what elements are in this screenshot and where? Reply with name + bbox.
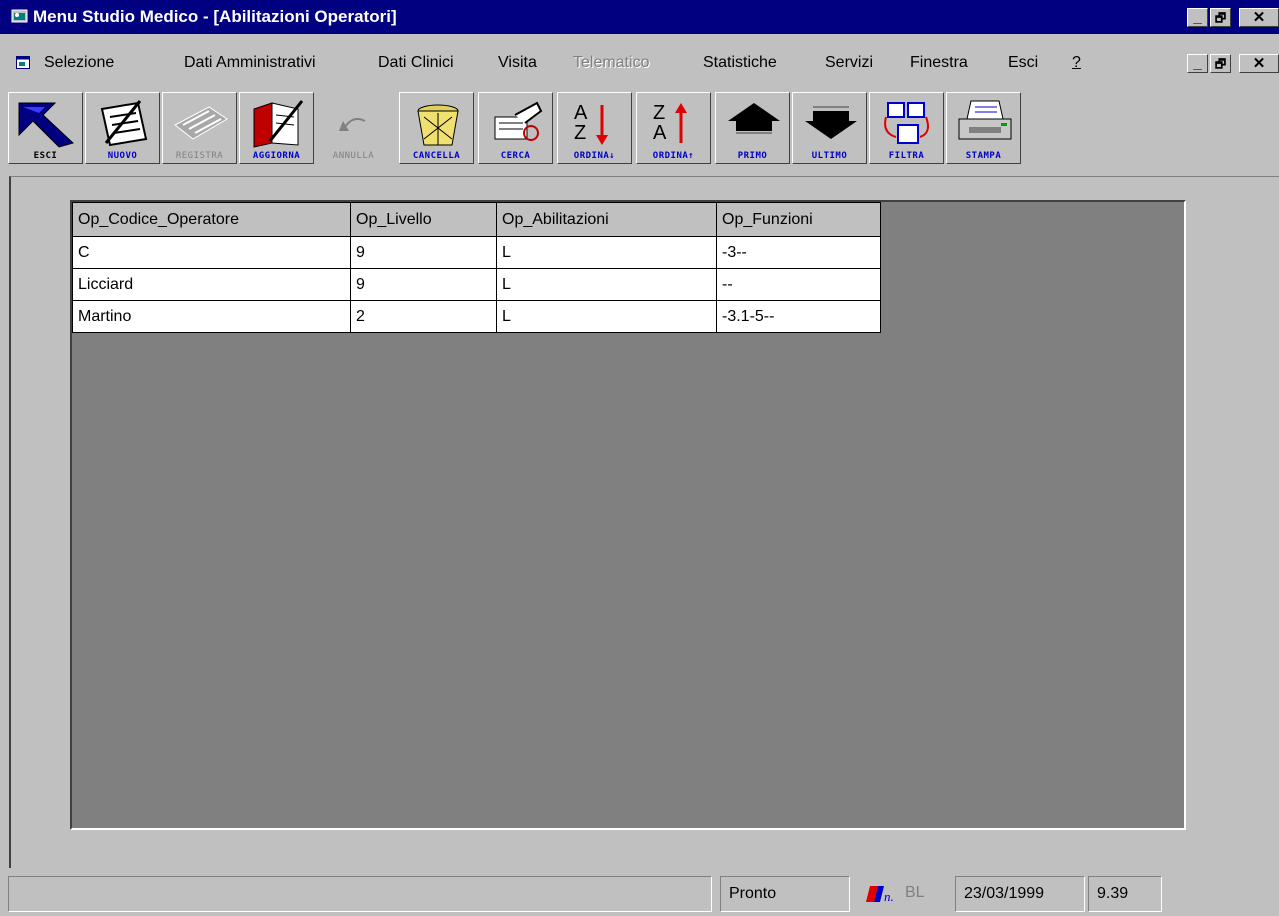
minimize-icon: _	[1193, 55, 1202, 72]
first-record-icon	[728, 103, 780, 134]
last-record-icon	[805, 106, 857, 139]
cell-livello[interactable]: 2	[350, 300, 497, 333]
esci-button[interactable]: ESCI	[8, 92, 83, 164]
status-date: 23/03/1999	[955, 876, 1085, 912]
filter-icon	[884, 102, 929, 144]
sort-descending-icon: Z A	[653, 102, 687, 144]
minimize-icon: _	[1193, 9, 1202, 26]
menu-telematico[interactable]: Telematico	[573, 52, 649, 74]
toolbar-label: REGISTRA	[175, 151, 224, 161]
cell-funzioni[interactable]: -3.1-5--	[716, 300, 881, 333]
toolbar-label: PRIMO	[737, 151, 768, 161]
app-icon	[11, 9, 28, 23]
save-record-icon	[174, 106, 228, 140]
table-row[interactable]: Martino 2 L -3.1-5--	[72, 300, 881, 333]
update-book-icon	[253, 100, 304, 148]
annulla-button[interactable]: ANNULLA	[316, 92, 391, 164]
svg-text:Z: Z	[653, 102, 665, 124]
cell-livello[interactable]: 9	[350, 236, 497, 269]
child-minimize-button[interactable]: _	[1187, 54, 1208, 73]
column-header[interactable]: Op_Livello	[350, 202, 497, 237]
stampa-button[interactable]: STAMPA	[946, 92, 1021, 164]
cerca-button[interactable]: CERCA	[478, 92, 553, 164]
menu-bar: Selezione Dati Amministrativi Dati Clini…	[0, 52, 1279, 74]
new-document-icon	[100, 100, 148, 147]
svg-text:n.: n.	[884, 889, 894, 904]
toolbar-label: ESCI	[33, 151, 58, 161]
ordina-ascending-button[interactable]: A Z ORDINA↓	[557, 92, 632, 164]
printer-icon	[958, 100, 1012, 140]
restore-button[interactable]: 🗗	[1210, 8, 1231, 27]
toolbar-label: STAMPA	[965, 151, 1002, 161]
svg-text:Z: Z	[574, 122, 586, 144]
search-hand-icon	[494, 101, 543, 141]
toolbar-label: FILTRA	[888, 151, 925, 161]
close-icon: ✕	[1252, 9, 1266, 26]
menu-servizi[interactable]: Servizi	[825, 52, 873, 74]
child-close-button[interactable]: ✕	[1239, 54, 1279, 73]
svg-text:A: A	[574, 102, 588, 124]
toolbar-label: NUOVO	[107, 151, 138, 161]
restore-icon: 🗗	[1214, 57, 1227, 71]
menu-finestra[interactable]: Finestra	[910, 52, 968, 74]
grid-header-row: Op_Codice_Operatore Op_Livello Op_Abilit…	[72, 202, 881, 237]
menu-dati-amministrativi[interactable]: Dati Amministrativi	[184, 52, 316, 74]
undo-icon	[339, 118, 366, 131]
toolbar-label: ULTIMO	[811, 151, 848, 161]
menu-help[interactable]: ?	[1072, 52, 1081, 74]
column-header[interactable]: Op_Abilitazioni	[496, 202, 717, 237]
cancella-button[interactable]: CANCELLA	[399, 92, 474, 164]
toolbar-label: CANCELLA	[412, 151, 461, 161]
minimize-button[interactable]: _	[1187, 8, 1208, 27]
close-icon: ✕	[1252, 55, 1266, 72]
child-restore-button[interactable]: 🗗	[1210, 54, 1231, 73]
exit-arrow-icon	[18, 102, 74, 148]
column-header[interactable]: Op_Codice_Operatore	[72, 202, 351, 237]
table-row[interactable]: Licciard 9 L --	[72, 268, 881, 301]
trash-basket-icon	[417, 104, 459, 146]
menu-statistiche[interactable]: Statistiche	[703, 52, 777, 74]
menu-esci[interactable]: Esci	[1008, 52, 1038, 74]
toolbar-label: ORDINA↑	[652, 151, 695, 161]
cell-livello[interactable]: 9	[350, 268, 497, 301]
operators-grid[interactable]: Op_Codice_Operatore Op_Livello Op_Abilit…	[72, 202, 881, 333]
registra-button[interactable]: REGISTRA	[162, 92, 237, 164]
cell-funzioni[interactable]: --	[716, 268, 881, 301]
sort-ascending-icon: A Z	[574, 102, 608, 145]
toolbar-label: AGGIORNA	[252, 151, 301, 161]
toolbar-label: CERCA	[500, 151, 531, 161]
menu-dati-clinici[interactable]: Dati Clinici	[378, 52, 454, 74]
status-bar: Pronto n. BL 23/03/1999 9.39	[0, 874, 1279, 916]
menu-selezione[interactable]: Selezione	[44, 52, 114, 74]
toolbar-label: ANNULLA	[332, 151, 375, 161]
close-button[interactable]: ✕	[1239, 8, 1279, 27]
status-panel-main	[8, 876, 712, 912]
primo-button[interactable]: PRIMO	[715, 92, 790, 164]
cell-funzioni[interactable]: -3--	[716, 236, 881, 269]
cell-abilitazioni[interactable]: L	[496, 268, 717, 301]
status-message: Pronto	[720, 876, 850, 912]
ultimo-button[interactable]: ULTIMO	[792, 92, 867, 164]
cell-codice-operatore[interactable]: C	[72, 236, 351, 269]
ordina-descending-button[interactable]: Z A ORDINA↑	[636, 92, 711, 164]
window-title: Menu Studio Medico - [Abilitazioni Opera…	[33, 7, 397, 26]
title-bar[interactable]: Menu Studio Medico - [Abilitazioni Opera…	[0, 0, 1279, 34]
cell-abilitazioni[interactable]: L	[496, 236, 717, 269]
status-time: 9.39	[1088, 876, 1162, 912]
aggiorna-button[interactable]: AGGIORNA	[239, 92, 314, 164]
cell-abilitazioni[interactable]: L	[496, 300, 717, 333]
cell-codice-operatore[interactable]: Licciard	[72, 268, 351, 301]
column-header[interactable]: Op_Funzioni	[716, 202, 881, 237]
status-mode: BL	[905, 884, 925, 901]
company-logo-icon: n.	[866, 886, 894, 904]
filtra-button[interactable]: FILTRA	[869, 92, 944, 164]
cell-codice-operatore[interactable]: Martino	[72, 300, 351, 333]
svg-text:A: A	[653, 122, 667, 144]
menu-visita[interactable]: Visita	[498, 52, 537, 74]
table-row[interactable]: C 9 L -3--	[72, 236, 881, 269]
toolbar-label: ORDINA↓	[573, 151, 616, 161]
nuovo-button[interactable]: NUOVO	[85, 92, 160, 164]
restore-icon: 🗗	[1214, 11, 1227, 25]
mdi-child-icon[interactable]	[16, 56, 32, 70]
